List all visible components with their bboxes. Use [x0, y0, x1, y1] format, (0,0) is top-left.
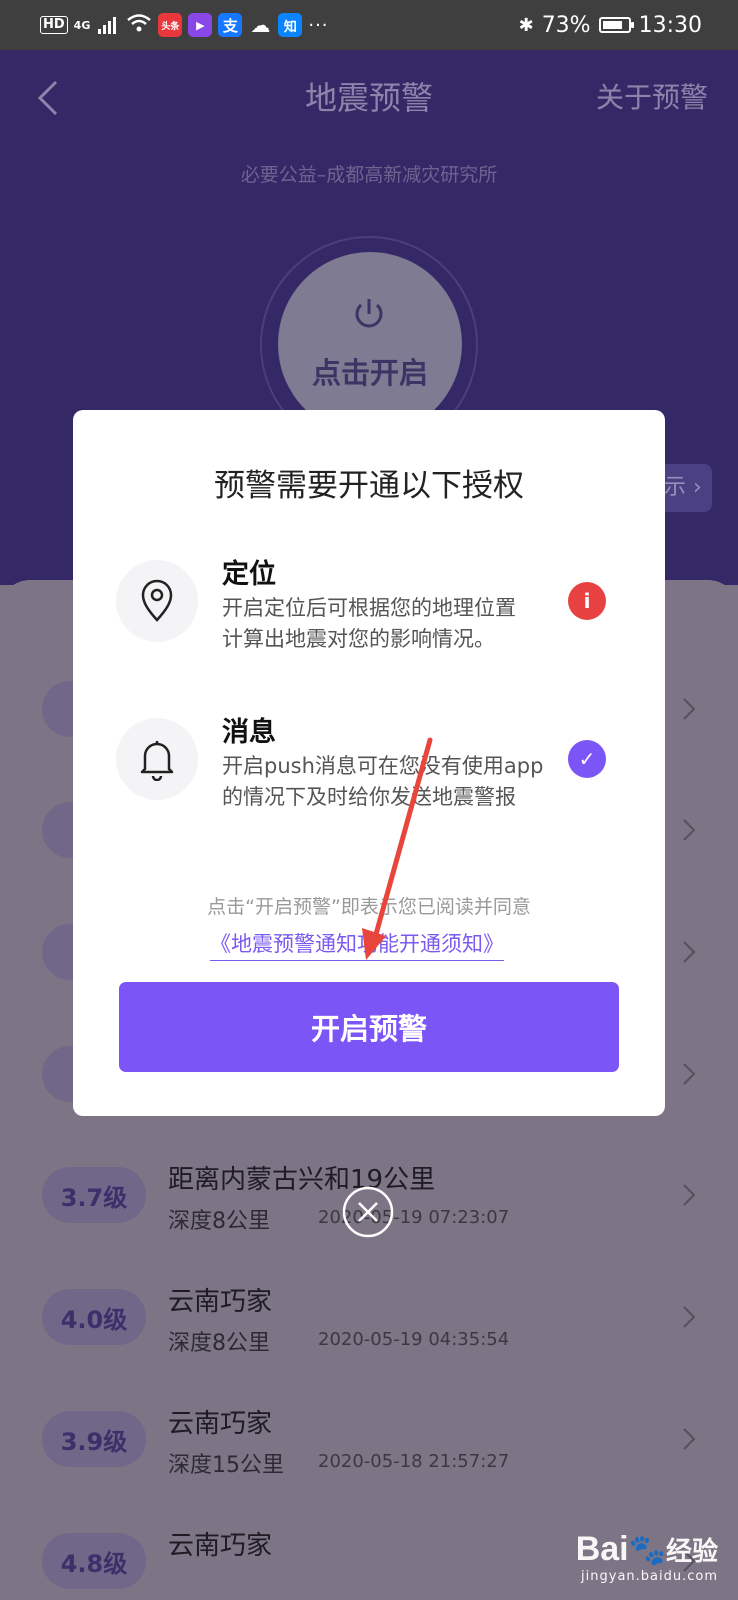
- permission-message-desc: 开启push消息可在您没有使用app 的情况下及时给你发送地震警报: [222, 751, 567, 813]
- time-text: 2020-05-19 04:35:54: [318, 1329, 510, 1350]
- subtitle: 必要公益–成都高新减灾研究所: [240, 164, 498, 186]
- location-text: 距离内蒙古兴和19公里: [168, 1165, 436, 1195]
- watermark-url: jingyan.baidu.com: [581, 1569, 718, 1584]
- location-text: 云南巧家: [168, 1531, 273, 1561]
- chevron-right-icon: [683, 1306, 696, 1328]
- clock: 13:30: [638, 12, 702, 38]
- agreement-link[interactable]: 《地震预警通知功能开通须知》: [210, 928, 504, 961]
- toutiao-app-icon: 头条: [158, 13, 183, 37]
- list-item[interactable]: 4.0级 云南巧家深度8公里 2020-05-19 04:35:54: [0, 1265, 738, 1389]
- close-icon: [342, 1186, 394, 1238]
- chevron-right-icon: ›: [686, 475, 702, 500]
- permission-message-desc-line2: 的情况下及时给你发送地震警报: [222, 785, 516, 809]
- watermark-brand-suffix: 经验: [665, 1536, 718, 1566]
- hd-indicator: HD: [40, 16, 68, 34]
- depth-text: 深度15公里: [168, 1453, 284, 1478]
- permission-message-title: 消息: [222, 717, 276, 748]
- chevron-right-icon: [683, 819, 696, 841]
- power-label: 点击开启: [311, 356, 428, 390]
- status-bar: HD 4G 头条 ▶ 支 ☁ 知 ··· ✱ 73% 13:30: [0, 0, 738, 50]
- magnitude-badge: 4.0级: [42, 1289, 146, 1345]
- battery-icon: [598, 17, 634, 33]
- watermark-brand-main: Bai: [575, 1530, 629, 1568]
- baidu-jingyan-watermark: Bai🐾经验 jingyan.baidu.com: [576, 1530, 718, 1584]
- cloud-app-icon: ☁: [250, 13, 271, 37]
- permission-location-title: 定位: [222, 559, 276, 590]
- chevron-right-icon: [683, 698, 696, 720]
- status-bar-left: HD 4G 头条 ▶ 支 ☁ 知 ···: [40, 10, 329, 40]
- magnitude-badge: 3.9级: [42, 1411, 146, 1467]
- network-type: 4G: [73, 18, 91, 32]
- list-item[interactable]: 3.9级 云南巧家深度15公里 2020-05-18 21:57:27: [0, 1387, 738, 1511]
- power-icon: [351, 296, 387, 332]
- chevron-right-icon: [683, 1428, 696, 1450]
- battery-percent: 73%: [541, 12, 591, 38]
- signal-icon: [98, 16, 117, 34]
- video-app-icon: ▶: [188, 13, 213, 37]
- permission-location-desc-line1: 开启定位后可根据您的地理位置: [222, 596, 516, 620]
- more-notifications-icon: ···: [308, 14, 329, 36]
- location-text: 云南巧家: [168, 1409, 273, 1439]
- close-dialog-button[interactable]: [341, 1185, 395, 1239]
- depth-text: 深度8公里: [168, 1331, 270, 1356]
- permission-location-desc-line2: 计算出地震对您的影响情况。: [222, 627, 495, 651]
- magnitude-badge: 4.8级: [42, 1533, 146, 1589]
- bell-icon: [116, 718, 198, 800]
- magnitude-badge: 3.7级: [42, 1167, 146, 1223]
- check-icon[interactable]: ✓: [568, 740, 606, 778]
- location-warning-icon[interactable]: i: [568, 582, 606, 620]
- chevron-right-icon: [683, 1063, 696, 1085]
- side-pill-label: 示: [664, 475, 687, 500]
- watermark-brand: Bai🐾经验: [576, 1530, 718, 1569]
- permission-message-desc-line1: 开启push消息可在您没有使用app: [222, 754, 544, 778]
- location-text: 云南巧家: [168, 1287, 273, 1317]
- chevron-right-icon: [683, 1184, 696, 1206]
- enable-warning-button[interactable]: 开启预警: [119, 982, 619, 1072]
- permission-location-desc: 开启定位后可根据您的地理位置 计算出地震对您的影响情况。: [222, 593, 567, 655]
- time-text: 2020-05-18 21:57:27: [318, 1451, 510, 1472]
- dialog-title: 预警需要开通以下授权: [214, 468, 524, 504]
- alipay-app-icon: 支: [218, 13, 243, 37]
- wifi-icon: [126, 13, 152, 37]
- consent-text: 点击“开启预警”即表示您已阅读并同意: [207, 896, 531, 918]
- about-warning-link[interactable]: 关于预警: [596, 78, 708, 118]
- zhihu-app-icon: 知: [278, 13, 303, 37]
- depth-text: 深度8公里: [168, 1209, 270, 1234]
- chevron-right-icon: [683, 941, 696, 963]
- bluetooth-icon: ✱: [518, 14, 534, 36]
- permission-dialog: 预警需要开通以下授权 定位 开启定位后可根据您的地理位置 计算出地震对您的影响情…: [73, 410, 665, 1116]
- status-bar-right: ✱ 73% 13:30: [519, 10, 702, 40]
- power-button[interactable]: [278, 252, 462, 436]
- paw-icon: 🐾: [628, 1534, 666, 1567]
- location-pin-icon: [116, 560, 198, 642]
